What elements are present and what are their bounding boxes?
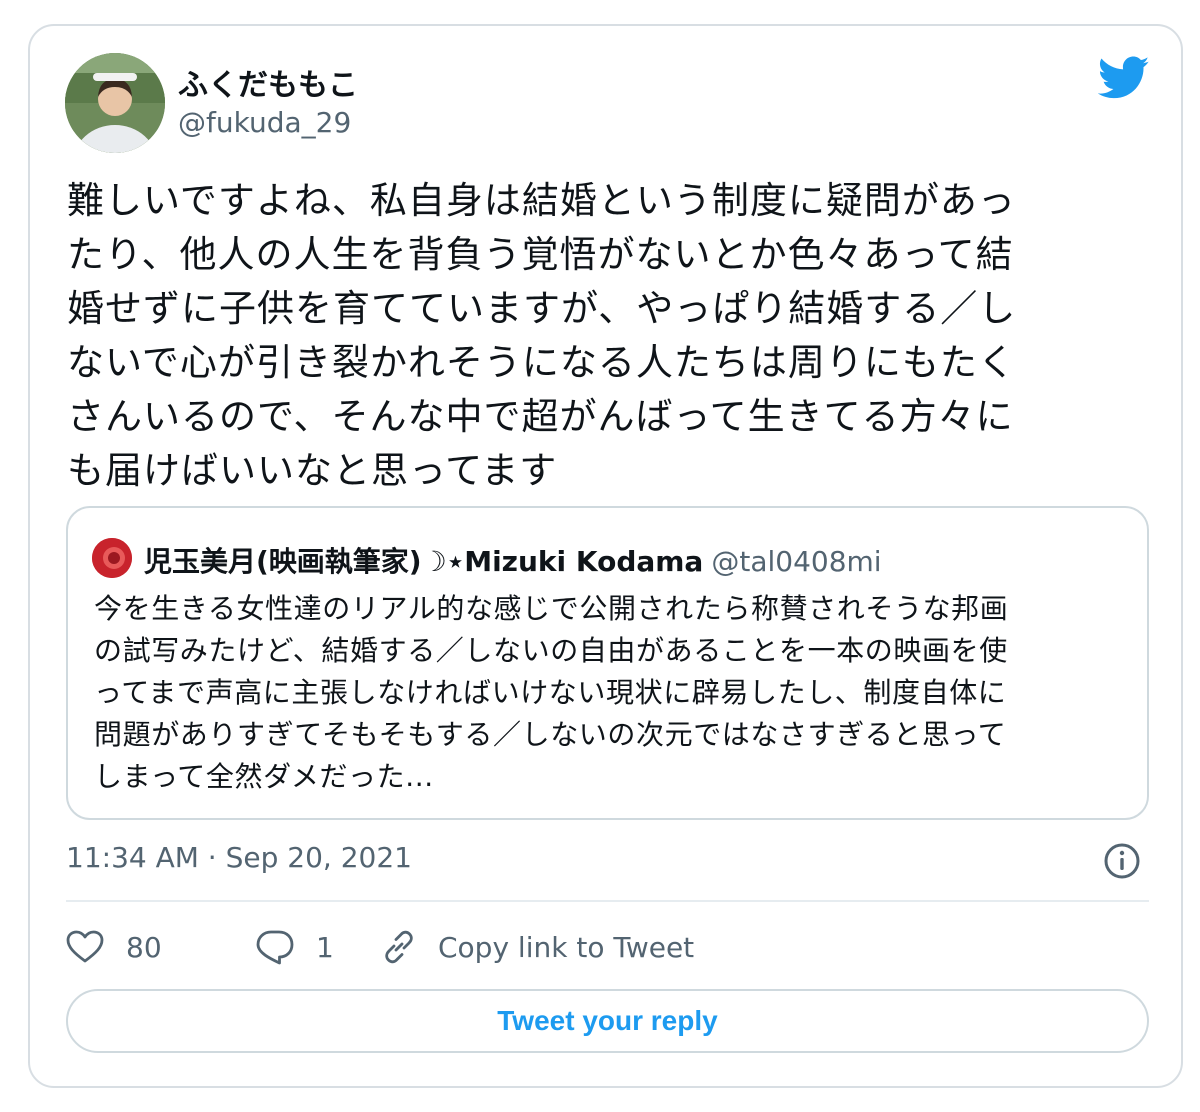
info-icon[interactable] <box>1102 841 1142 881</box>
tweet-text-line: たり、他人の人生を背負う覚悟がないとか色々あって結 <box>67 233 1014 276</box>
heart-icon <box>66 930 104 964</box>
quoted-text-line: ってまで声高に主張しなければいけない現状に辟易したし、制度自体に <box>94 676 1007 709</box>
tweet-text: 難しいですよね、私自身は結婚という制度に疑問があっ たり、他人の人生を背負う覚悟… <box>67 174 1142 498</box>
tweet-text-line: ないで心が引き裂かれそうになる人たちは周りにもたく <box>67 341 1016 384</box>
quoted-text: 今を生きる女性達のリアル的な感じで公開されたら称賛されそうな邦画 の試写みたけど… <box>94 588 1134 798</box>
author-avatar[interactable] <box>65 53 165 153</box>
author-handle[interactable]: @fukuda_29 <box>178 106 351 139</box>
twitter-bird-icon[interactable] <box>1097 56 1150 100</box>
tweet-text-line: 婚せずに子供を育てていますが、やっぱり結婚する／し <box>67 287 1017 330</box>
quoted-author-avatar[interactable] <box>92 538 132 578</box>
tweet-text-line: 難しいですよね、私自身は結婚という制度に疑問があっ <box>67 179 1016 222</box>
tweet-timestamp[interactable]: 11:34 AM · Sep 20, 2021 <box>66 841 412 874</box>
quoted-text-line: しまって全然ダメだった... <box>94 760 434 793</box>
quoted-header: 児玉美月(映画執筆家)☽⋆Mizuki Kodama @tal0408mi <box>144 540 882 580</box>
quoted-text-line: 今を生きる女性達のリアル的な感じで公開されたら称賛されそうな邦画 <box>94 592 1009 625</box>
quoted-tweet[interactable]: 児玉美月(映画執筆家)☽⋆Mizuki Kodama @tal0408mi 今を生… <box>66 506 1149 820</box>
quoted-handle[interactable]: @tal0408mi <box>711 545 881 578</box>
copy-link-button[interactable]: Copy link to Tweet <box>380 924 694 970</box>
like-count: 80 <box>126 930 162 964</box>
author-display-name[interactable]: ふくだももこ <box>178 60 358 104</box>
tweet-your-reply-button[interactable]: Tweet your reply <box>66 989 1149 1053</box>
quoted-text-line: の試写みたけど、結婚する／しないの自由があることを一本の映画を使 <box>94 634 1008 667</box>
link-icon <box>380 928 418 966</box>
copy-link-label: Copy link to Tweet <box>438 930 695 964</box>
reply-bubble-icon <box>256 929 294 965</box>
tweet-card: ふくだももこ @fukuda_29 難しいですよね、私自身は結婚という制度に疑問… <box>28 24 1183 1088</box>
divider <box>66 900 1149 902</box>
tweet-actions: 80 1 Copy link to Tweet <box>66 924 1149 970</box>
like-button[interactable]: 80 <box>66 924 162 970</box>
reply-action-button[interactable]: 1 <box>256 924 334 970</box>
reply-count: 1 <box>316 930 334 964</box>
quoted-text-line: 問題がありすぎてそもそもする／しないの次元ではなさすぎると思って <box>94 718 1007 751</box>
quoted-display-name[interactable]: 児玉美月(映画執筆家)☽⋆Mizuki Kodama <box>144 545 703 578</box>
tweet-text-line: さんいるので、そんな中で超がんばって生きてる方々に <box>67 395 1014 438</box>
tweet-text-line: も届けばいいなと思ってます <box>67 449 558 492</box>
